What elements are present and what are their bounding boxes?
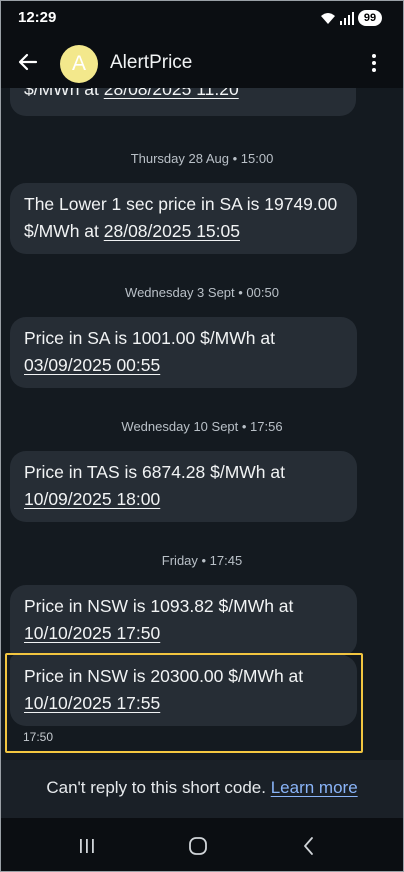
message-bubble[interactable]: Price in TAS is 6874.28 $/MWh at 10/09/2… — [10, 451, 357, 522]
message-text: Price in NSW is 1093.82 $/MWh at — [24, 596, 294, 616]
battery-icon: 99 — [358, 10, 382, 26]
message-text: 10/09/2025 18:00 — [24, 486, 343, 513]
timestamp-divider: Thursday 28 Aug • 15:00 — [130, 151, 274, 166]
navigation-bar — [0, 818, 404, 872]
status-icons: 99 — [320, 10, 382, 26]
back-nav-icon[interactable] — [298, 835, 320, 857]
message-text: 10/10/2025 17:50 — [24, 620, 343, 647]
recent-apps-icon[interactable] — [76, 835, 98, 857]
date-link[interactable]: 10/10/2025 17:50 — [24, 623, 160, 643]
status-time: 12:29 — [18, 9, 57, 26]
timestamp-divider: Friday • 17:45 — [161, 553, 243, 568]
reply-disabled-text: Can't reply to this short code. — [46, 778, 266, 797]
date-link[interactable]: 10/09/2025 18:00 — [24, 489, 160, 509]
learn-more-link[interactable]: Learn more — [271, 778, 358, 797]
timestamp-divider: Wednesday 3 Sept • 00:50 — [125, 285, 279, 300]
message-list[interactable]: $/MWh at 28/08/2025 11:20 Thursday 28 Au… — [0, 88, 404, 760]
highlight-box — [5, 653, 363, 753]
message-text: 03/09/2025 00:55 — [24, 352, 343, 379]
contact-avatar[interactable]: A — [60, 45, 98, 83]
message-bubble[interactable]: The Lower 1 sec price in SA is 19749.00 … — [10, 183, 357, 254]
back-arrow-icon[interactable] — [16, 50, 40, 74]
message-bubble[interactable]: $/MWh at 28/08/2025 11:20 — [10, 88, 356, 116]
signal-icon — [340, 12, 354, 25]
message-text: The Lower 1 sec price in SA is 19749.00 — [24, 194, 338, 214]
message-bubble[interactable]: Price in NSW is 1093.82 $/MWh at 10/10/2… — [10, 585, 357, 656]
message-bubble[interactable]: Price in SA is 1001.00 $/MWh at 03/09/20… — [10, 317, 357, 388]
date-link[interactable]: 28/08/2025 11:20 — [104, 88, 239, 99]
app-bar: A AlertPrice — [0, 36, 404, 88]
message-text: Price in TAS is 6874.28 $/MWh at — [24, 462, 285, 482]
status-bar: 12:29 99 — [0, 0, 404, 36]
more-options-icon[interactable] — [364, 52, 384, 74]
timestamp-divider: Wednesday 10 Sept • 17:56 — [121, 419, 283, 434]
contact-name[interactable]: AlertPrice — [110, 52, 192, 74]
message-text: Price in SA is 1001.00 $/MWh at — [24, 328, 275, 348]
date-link[interactable]: 03/09/2025 00:55 — [24, 355, 160, 375]
wifi-icon — [321, 13, 335, 24]
message-text: $/MWh at 28/08/2025 11:20 — [24, 88, 342, 103]
date-link[interactable]: 28/08/2025 15:05 — [104, 221, 240, 241]
home-icon[interactable] — [187, 835, 209, 857]
message-text: $/MWh at 28/08/2025 15:05 — [24, 221, 240, 241]
reply-disabled-banner: Can't reply to this short code. Learn mo… — [0, 760, 404, 818]
